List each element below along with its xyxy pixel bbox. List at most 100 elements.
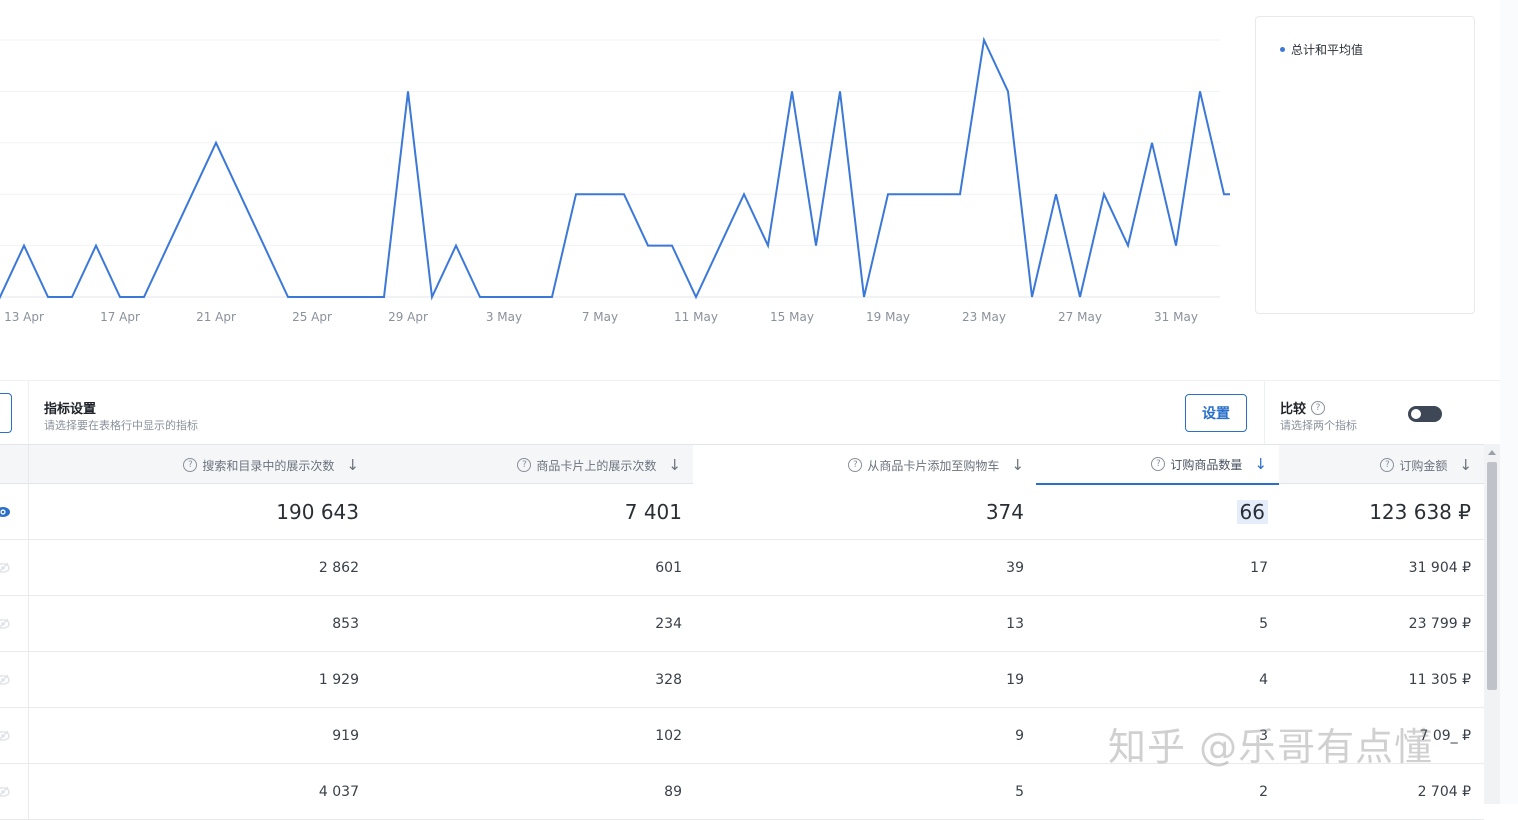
x-tick-label: 21 Apr [196, 310, 236, 324]
sort-arrow-icon[interactable]: ↓ [1254, 455, 1267, 473]
column-header-search-impressions[interactable]: ? 搜索和目录中的展示次数 ↓ [28, 445, 371, 485]
compare-toggle[interactable] [1408, 406, 1442, 422]
toggle-knob [1411, 409, 1421, 419]
x-tick-label: 25 Apr [292, 310, 332, 324]
table-cell: 13 [1006, 616, 1024, 632]
compare-subtitle: 请选择两个指标 [1280, 419, 1357, 432]
help-icon[interactable]: ? [1311, 400, 1326, 415]
eye-hidden-icon[interactable] [0, 785, 10, 799]
table-row[interactable]: 4 037 89 5 2 2 704 ₽ [0, 764, 1484, 820]
legend-panel: 总计和平均值 [1255, 16, 1475, 314]
table-cell: 4 037 [318, 784, 359, 800]
column-header-order-amount[interactable]: ? 订购金额 ↓ [1279, 445, 1484, 485]
help-icon[interactable]: ? [848, 458, 863, 472]
eye-hidden-icon[interactable] [0, 673, 10, 687]
table-cell: 919 [332, 728, 359, 744]
compare-title: 比较 ? [1280, 398, 1326, 417]
column-header-add-to-cart[interactable]: ? 从商品卡片添加至购物车 ↓ [693, 445, 1036, 485]
series-line-total[interactable] [0, 36, 1297, 301]
highlighted-value: 66 [1236, 500, 1268, 524]
total-cell: 190 643 [276, 500, 359, 524]
x-tick-label: 19 May [866, 310, 910, 324]
table-total-row: 190 643 7 401 374 66 123 638 ₽ [0, 484, 1484, 540]
column-header-label: 从商品卡片添加至购物车 [867, 458, 1000, 473]
table-cell: 2 [1259, 784, 1268, 800]
compare-title-text: 比较 [1280, 402, 1307, 417]
legend-item-total[interactable]: 总计和平均值 [1280, 41, 1363, 58]
table-row[interactable]: 1 929 328 19 4 11 305 ₽ [0, 652, 1484, 708]
vertical-scrollbar[interactable] [1484, 444, 1500, 804]
total-cell-ordered-qty: 66 [1036, 484, 1268, 540]
column-header-label: 商品卡片上的展示次数 [536, 458, 657, 473]
chart-svg: 13 Apr 17 Apr 21 Apr 25 Apr 29 Apr 3 May 7 May… [0, 36, 1321, 324]
sort-arrow-icon[interactable]: ↓ [1011, 456, 1024, 474]
legend-dot-icon [1280, 47, 1285, 52]
column-header-ordered-qty[interactable]: ? 订购商品数量 ↓ [1036, 445, 1279, 485]
previous-control-edge[interactable] [0, 393, 12, 433]
table-row[interactable]: 853 234 13 5 23 799 ₽ [0, 596, 1484, 652]
x-tick-label: 23 May [962, 310, 1006, 324]
table-cell: 853 [332, 616, 359, 632]
table-cell: 17 [1250, 560, 1268, 576]
metric-settings-title: 指标设置 [44, 402, 97, 417]
table-cell: 4 [1259, 672, 1268, 688]
table-cell: 5 [1259, 616, 1268, 632]
x-tick-label: 17 Apr [100, 310, 140, 324]
help-icon[interactable]: ? [183, 458, 198, 472]
table-cell: 601 [655, 560, 682, 576]
table-cell: 102 [655, 728, 682, 744]
table-cell: 2 704 ₽ [1417, 784, 1471, 800]
table-cell: 89 [664, 784, 682, 800]
table-cell: 5 [1015, 784, 1024, 800]
column-header-label: 搜索和目录中的展示次数 [202, 458, 335, 473]
table-cell: 9 [1015, 728, 1024, 744]
column-header-label: 订购商品数量 [1170, 457, 1243, 472]
table-cell: 234 [655, 616, 682, 632]
table-cell: 23 799 ₽ [1408, 616, 1471, 632]
scroll-up-arrow-icon[interactable] [1488, 450, 1496, 455]
x-tick-label: 27 May [1058, 310, 1102, 324]
x-tick-label: 3 May [486, 310, 522, 324]
settings-button[interactable]: 设置 [1185, 394, 1247, 432]
eye-icon[interactable] [0, 505, 10, 519]
sort-arrow-icon[interactable]: ↓ [668, 456, 681, 474]
table-cell: 328 [655, 672, 682, 688]
metric-settings-subtitle: 请选择要在表格行中显示的指标 [44, 419, 198, 432]
table-header: ? 搜索和目录中的展示次数 ↓ ? 商品卡片上的展示次数 ↓ ? 从商品卡片添加… [0, 444, 1484, 485]
watermark: 知乎 @乐哥有点懂 [1108, 725, 1434, 769]
toolbar-divider [28, 381, 29, 445]
column-header-label: 订购金额 [1399, 458, 1448, 473]
x-tick-label: 31 May [1154, 310, 1198, 324]
sort-arrow-icon[interactable]: ↓ [1459, 456, 1472, 474]
line-chart: 13 Apr 17 Apr 21 Apr 25 Apr 29 Apr 3 May 7 May… [0, 0, 1321, 340]
table-body: 2 862 601 39 17 31 904 ₽ 853 234 13 5 23 799 ₽ 1 9… [0, 540, 1484, 820]
help-icon[interactable]: ? [517, 458, 532, 472]
eye-hidden-icon[interactable] [0, 729, 10, 743]
help-icon[interactable]: ? [1380, 458, 1395, 472]
total-cell: 374 [985, 500, 1024, 524]
total-cell: 123 638 ₽ [1369, 500, 1471, 524]
scroll-thumb[interactable] [1487, 462, 1497, 690]
x-tick-label: 13 Apr [4, 310, 44, 324]
sort-arrow-icon[interactable]: ↓ [346, 456, 359, 474]
x-tick-label: 15 May [770, 310, 814, 324]
table-row[interactable]: 2 862 601 39 17 31 904 ₽ [0, 540, 1484, 596]
eye-hidden-icon[interactable] [0, 561, 10, 575]
table-cell: 19 [1006, 672, 1024, 688]
table-cell: 11 305 ₽ [1408, 672, 1471, 688]
table-cell: 39 [1006, 560, 1024, 576]
x-tick-label: 29 Apr [388, 310, 428, 324]
help-icon[interactable]: ? [1151, 457, 1166, 471]
x-tick-label: 11 May [674, 310, 718, 324]
eye-hidden-icon[interactable] [0, 617, 10, 631]
table-cell: 2 862 [318, 560, 359, 576]
metrics-toolbar: 指标设置 请选择要在表格行中显示的指标 设置 比较 ? 请选择两个指标 [0, 380, 1500, 445]
table-cell: 1 929 [318, 672, 359, 688]
page-right-gutter [1500, 0, 1518, 804]
legend-label: 总计和平均值 [1291, 43, 1364, 57]
x-tick-label: 7 May [582, 310, 618, 324]
toolbar-divider [1264, 381, 1265, 445]
total-cell: 7 401 [624, 500, 682, 524]
column-header-card-impressions[interactable]: ? 商品卡片上的展示次数 ↓ [371, 445, 693, 485]
table-cell: 31 904 ₽ [1408, 560, 1471, 576]
